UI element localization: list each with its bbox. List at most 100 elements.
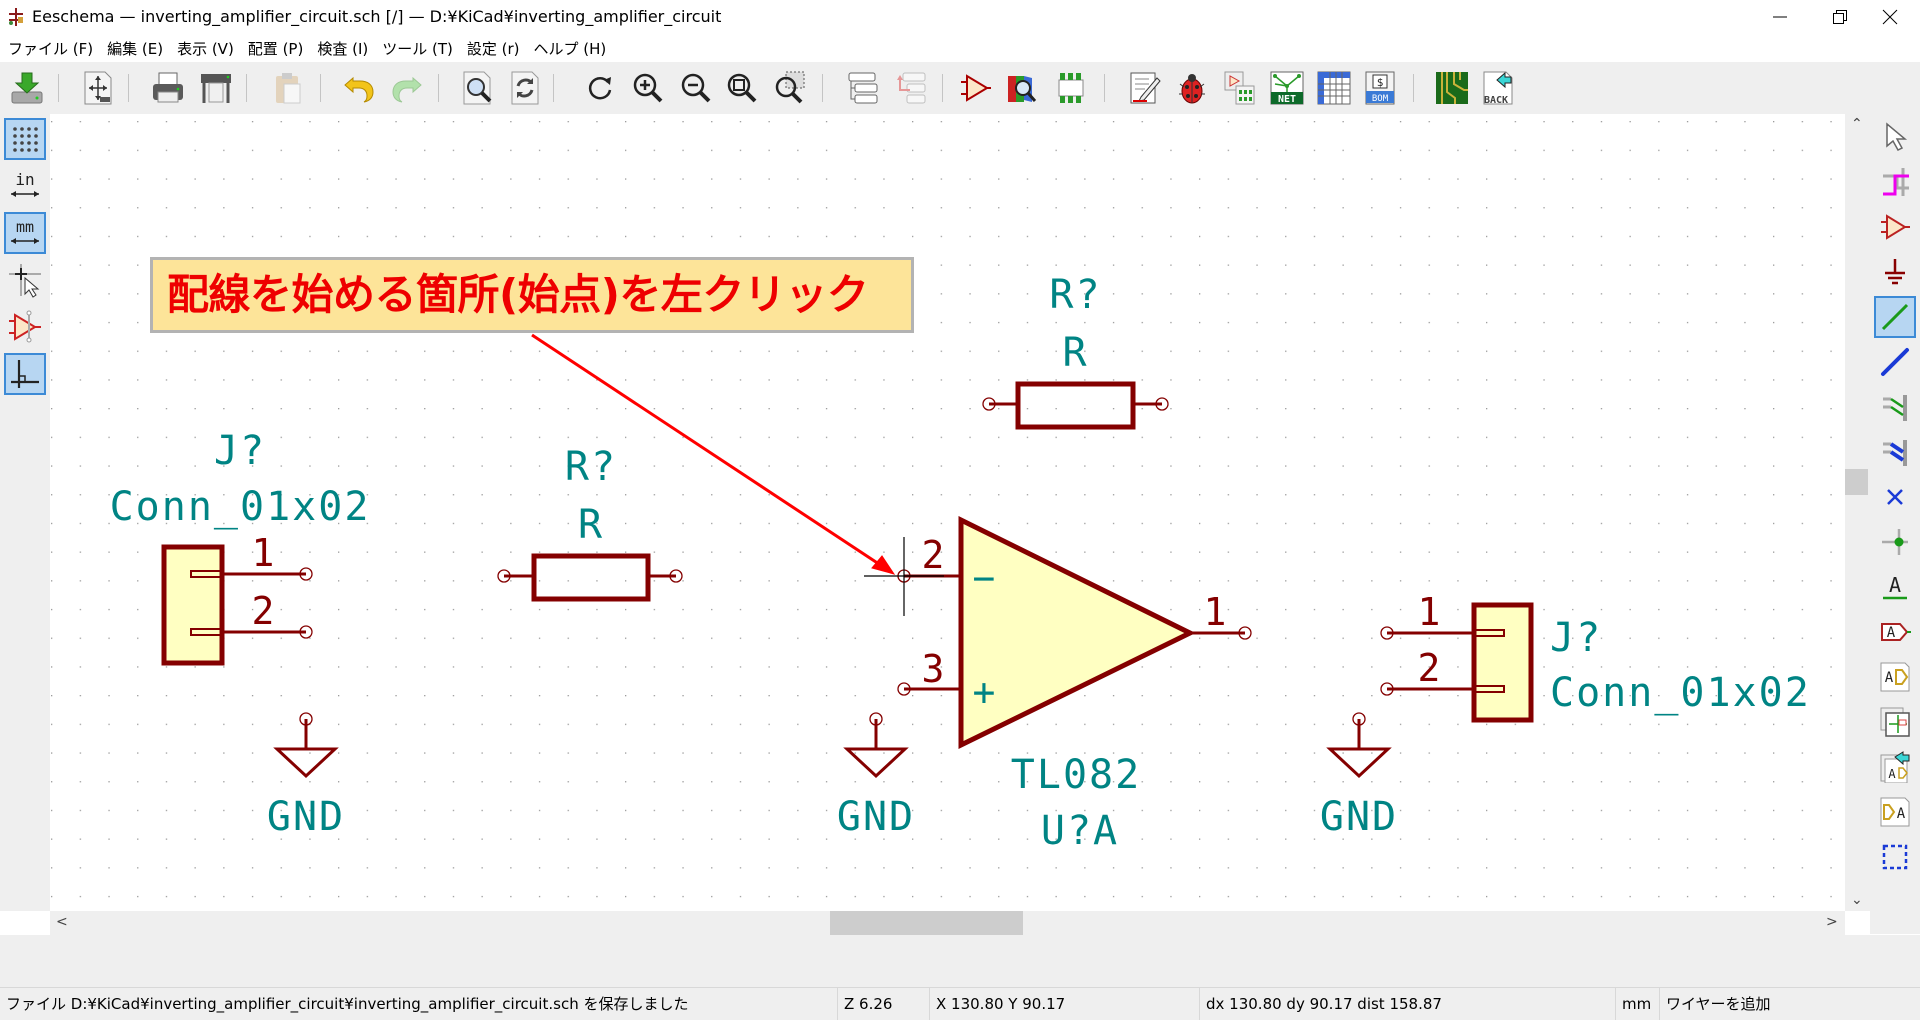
fullscreen-cursor-button[interactable] (4, 259, 46, 301)
junction-icon (1882, 529, 1908, 555)
horizontal-scroll-thumb[interactable] (830, 911, 1023, 935)
highlight-net-button[interactable] (1874, 161, 1916, 203)
add-power-button[interactable] (1874, 251, 1916, 293)
menu-help[interactable]: ヘルプ (H) (527, 34, 614, 62)
bus-bus-entry-button[interactable] (1874, 431, 1916, 473)
global-label-icon: A (1881, 623, 1911, 641)
leave-sheet-button[interactable] (891, 68, 931, 108)
grid-toggle-button[interactable] (4, 118, 46, 160)
global-label-button[interactable]: A (1874, 611, 1916, 653)
zoom-out-icon (681, 73, 711, 103)
close-button[interactable] (1862, 0, 1918, 34)
bom-button[interactable]: $ BOM (1360, 68, 1400, 108)
horizontal-scrollbar[interactable]: < > (50, 911, 1845, 935)
bulk-edit-fields-button[interactable] (1314, 68, 1354, 108)
resistor-top-ref: R? (1049, 272, 1101, 318)
plot-button[interactable] (196, 68, 236, 108)
menu-place[interactable]: 配置 (P) (241, 34, 311, 62)
hier-sheet-button[interactable] (1874, 701, 1916, 743)
symbol-browser-button[interactable] (1003, 68, 1043, 108)
netlist-icon: NET (1270, 71, 1304, 105)
menu-file[interactable]: ファイル (F) (0, 34, 100, 62)
save-button[interactable] (7, 68, 47, 108)
net-label-button[interactable]: A (1874, 566, 1916, 608)
menu-tools[interactable]: ツール (T) (375, 34, 460, 62)
footprint-editor-icon (1058, 73, 1084, 103)
schematic-drawing[interactable]: J?Conn_01x0212GND GND GNDR?RR?R231−+TL082U… (50, 114, 1845, 911)
wire-icon (1881, 303, 1909, 331)
footprint-editor-button[interactable] (1051, 68, 1091, 108)
power-ground-icon (1885, 259, 1905, 285)
select-tool-button[interactable] (1874, 116, 1916, 158)
wire-45-mode-button[interactable] (4, 353, 46, 395)
no-connect-button[interactable] (1874, 476, 1916, 518)
bus-bus-entry-icon (1883, 440, 1907, 466)
annotate-button[interactable] (1125, 68, 1165, 108)
gnd2-label: GND (837, 794, 915, 840)
pcbnew-button[interactable] (1432, 68, 1472, 108)
scroll-right-arrow[interactable]: > (1826, 914, 1838, 930)
erc-button[interactable] (1172, 68, 1212, 108)
conn-left-pin1-number: 1 (252, 531, 277, 575)
inch-label: in (15, 170, 34, 189)
restore-button[interactable] (1812, 0, 1868, 34)
menu-view[interactable]: 表示 (V) (170, 34, 241, 62)
back-annotate-button[interactable]: BACK (1477, 68, 1517, 108)
add-bus-button[interactable] (1874, 341, 1916, 383)
add-symbol-button[interactable] (1874, 206, 1916, 248)
vertical-scrollbar[interactable]: ⌃ ⌄ (1845, 114, 1870, 911)
find-replace-button[interactable] (505, 68, 545, 108)
restore-icon (1833, 10, 1847, 24)
annotate-icon (1130, 72, 1161, 104)
hidden-pins-button[interactable] (4, 306, 46, 348)
assign-footprints-button[interactable] (1220, 68, 1260, 108)
schematic-canvas[interactable]: J? Conn_01x02 1 2 GND GND GND R? R R? R 2 3 1− + TL082 U… (50, 114, 1845, 911)
opamp-value: TL082 (1011, 752, 1141, 798)
scroll-down-arrow[interactable]: ⌄ (1851, 892, 1863, 908)
dashed-rect-icon (1882, 844, 1908, 870)
find-button[interactable] (457, 68, 497, 108)
hierarchy-navigator-button[interactable] (843, 68, 883, 108)
undo-button[interactable] (339, 68, 379, 108)
zoom-selection-button[interactable] (770, 68, 810, 108)
zoom-out-button[interactable] (676, 68, 716, 108)
wire-bus-entry-button[interactable] (1874, 386, 1916, 428)
conn-right-pin1-number: 1 (1418, 590, 1443, 634)
resistor-left-value: R (578, 502, 604, 548)
add-wire-button[interactable] (1874, 296, 1916, 338)
redraw-button[interactable] (580, 68, 620, 108)
redraw-icon (588, 77, 612, 100)
scroll-left-arrow[interactable]: < (56, 914, 68, 930)
menu-inspect[interactable]: 検査 (I) (310, 34, 375, 62)
hier-sheet-icon (1880, 707, 1910, 737)
paste-button[interactable] (268, 68, 308, 108)
menu-edit[interactable]: 編集 (E) (100, 34, 170, 62)
eeschema-app-icon (9, 8, 23, 26)
junction-button[interactable] (1874, 521, 1916, 563)
symbol-editor-button[interactable] (955, 68, 995, 108)
units-inch-button[interactable]: in (4, 165, 46, 207)
scroll-up-arrow[interactable]: ⌃ (1851, 116, 1863, 132)
title-bar: Eeschema — inverting_amplifier_circuit.s… (0, 0, 1920, 34)
import-sheet-pin-button[interactable]: A (1874, 746, 1916, 788)
minimize-button[interactable] (1752, 0, 1808, 34)
netlist-button[interactable]: NET (1267, 68, 1307, 108)
minimize-icon (1773, 16, 1787, 18)
inch-units-icon: in (11, 170, 39, 197)
graphic-lines-button[interactable] (1874, 836, 1916, 878)
mm-label: mm (16, 218, 34, 236)
sheet-pin-button[interactable]: A (1874, 791, 1916, 833)
resistor-top-value: R (1062, 330, 1088, 376)
page-settings-button[interactable] (78, 68, 118, 108)
select-arrow-icon (1886, 122, 1908, 151)
zoom-in-button[interactable] (628, 68, 668, 108)
vertical-scroll-thumb[interactable] (1845, 469, 1868, 495)
menu-preferences[interactable]: 設定 (r) (460, 34, 527, 62)
redo-button[interactable] (387, 68, 427, 108)
conn-left-body (161, 544, 225, 666)
save-icon (11, 72, 43, 104)
zoom-fit-button[interactable] (722, 68, 762, 108)
print-button[interactable] (148, 68, 188, 108)
units-mm-button[interactable]: mm (4, 212, 46, 254)
hier-label-button[interactable]: A (1874, 656, 1916, 698)
